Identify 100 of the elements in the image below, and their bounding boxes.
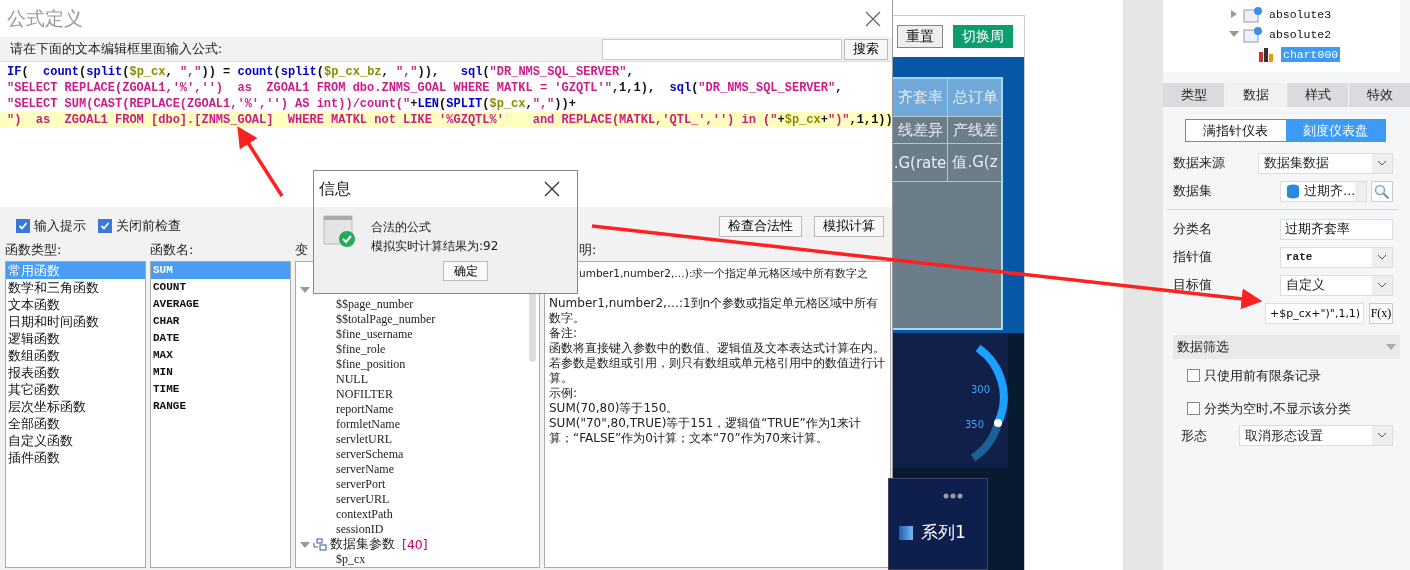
toolbar-button[interactable]: 重置 xyxy=(897,25,943,48)
close-icon[interactable] xyxy=(543,180,561,198)
tree-item[interactable]: reportName xyxy=(296,402,394,417)
tree-node[interactable]: absolute3 xyxy=(1267,6,1334,22)
description-text: SUM("70",80,TRUE)等于151，逻辑值“TRUE”作为1来计算；“FALSE”作为0计算；文本“70”作为70来计算。 xyxy=(549,416,863,446)
tree-item[interactable]: NULL xyxy=(296,372,368,387)
filter-checkbox[interactable]: 只使用前有限条记录 xyxy=(1163,359,1410,392)
search-button[interactable]: 搜索 xyxy=(844,38,888,60)
annotation-arrow xyxy=(237,126,284,197)
dataset-select[interactable]: 过期齐... xyxy=(1280,180,1367,202)
list-item[interactable]: DATE xyxy=(151,330,290,347)
checkbox-icon[interactable] xyxy=(98,219,112,233)
action-button[interactable]: 检查合法性 xyxy=(719,215,802,237)
list-item[interactable]: CHAR xyxy=(151,313,290,330)
panel-tab[interactable]: 数据 xyxy=(1225,83,1286,107)
gauge-type-toggle[interactable]: 满指针仪表 xyxy=(1186,120,1286,141)
valid-document-icon xyxy=(323,215,357,249)
expanded-triangle-icon[interactable] xyxy=(1386,343,1396,351)
collapsed-triangle-icon[interactable] xyxy=(1229,10,1239,18)
list-item[interactable]: TIME xyxy=(151,381,290,398)
select-field[interactable]: 取消形态设置 xyxy=(1239,425,1393,446)
search-field[interactable] xyxy=(602,38,842,60)
list-item[interactable]: 文本函数 xyxy=(6,296,145,313)
list-item[interactable]: 层次坐标函数 xyxy=(6,398,145,415)
info-message: 合法的公式 xyxy=(371,219,432,236)
caret-icon xyxy=(1372,426,1392,445)
list-item[interactable]: 逻辑函数 xyxy=(6,330,145,347)
field-label: 数据来源 xyxy=(1172,154,1226,172)
checkbox-icon[interactable] xyxy=(1187,402,1200,415)
expanded-triangle-icon[interactable] xyxy=(1229,30,1239,38)
expanded-triangle-icon[interactable] xyxy=(300,285,310,294)
tree-item[interactable]: serverSchema xyxy=(296,447,404,462)
formula-button[interactable]: F(x) xyxy=(1369,302,1393,324)
panel-tab[interactable]: 样式 xyxy=(1287,83,1348,107)
tree-item[interactable]: contextPath xyxy=(296,507,393,522)
list-item[interactable]: MAX xyxy=(151,347,290,364)
formula-field[interactable]: +$p_cx+")",1,1)) xyxy=(1265,302,1364,324)
filter-checkbox[interactable]: 分类为空时,不显示该分类 xyxy=(1163,392,1410,425)
list-item[interactable]: 数学和三角函数 xyxy=(6,279,145,296)
description-text: 备注: xyxy=(549,326,579,341)
tree-item[interactable]: servletURL xyxy=(296,432,392,447)
tree-item[interactable]: sessionID xyxy=(296,522,384,537)
panel-tab[interactable]: 类型 xyxy=(1163,83,1224,107)
list-item[interactable]: AVERAGE xyxy=(151,296,290,313)
input-field[interactable]: 过期齐套率 xyxy=(1280,218,1393,240)
list-item[interactable]: MIN xyxy=(151,364,290,381)
list-item[interactable]: 日期和时间函数 xyxy=(6,313,145,330)
tree-item[interactable]: $$page_number xyxy=(296,297,414,312)
code-line: "SELECT SUM(CAST(REPLACE(ZGOAL1,'%','') AS int))/count("+LEN(SPLIT($p_cx,","))+ xyxy=(6,96,577,112)
checkbox-icon[interactable] xyxy=(16,219,30,233)
select-field[interactable]: rate xyxy=(1280,246,1393,268)
section-header[interactable]: 数据筛选 xyxy=(1173,335,1400,359)
select-field[interactable]: 数据集数据 xyxy=(1258,152,1393,174)
ok-button[interactable]: 确定 xyxy=(443,261,488,281)
list-item[interactable]: 全部函数 xyxy=(6,415,145,432)
code-line: "SELECT REPLACE(ZGOAL1,'%','') as ZGOAL1 FROM dbo.ZNMS_GOAL WHERE MATKL = 'GZQTL'",1,1), sql("DR_NMS_SQL_SERVER", xyxy=(6,80,844,96)
list-item[interactable]: 报表函数 xyxy=(6,364,145,381)
close-icon[interactable] xyxy=(864,9,882,28)
tree-item[interactable]: $fine_username xyxy=(296,327,413,342)
gauge-drawing: 300 350 xyxy=(893,333,1008,468)
tree-item[interactable]: serverPort xyxy=(296,477,386,492)
panel-tab[interactable]: 特效 xyxy=(1349,83,1410,107)
table-cell: 总订单 xyxy=(948,79,1001,117)
list-item[interactable]: 自定义函数 xyxy=(6,432,145,449)
tree-node[interactable]: absolute2 xyxy=(1267,26,1334,42)
tree-item[interactable]: $p_cx xyxy=(296,552,366,567)
table-cell: 值.G(z xyxy=(948,144,1001,182)
search-button[interactable] xyxy=(1371,180,1393,202)
formula-editor[interactable] xyxy=(0,61,892,207)
option-checkbox[interactable]: 关闭前检查 xyxy=(98,217,181,235)
tree-item[interactable]: serverURL xyxy=(296,492,390,507)
more-icon[interactable] xyxy=(943,493,963,499)
list-item[interactable]: 其它函数 xyxy=(6,381,145,398)
caret-icon xyxy=(1372,153,1392,173)
table-cell: .G(rate xyxy=(893,144,948,182)
column-header: 函数名: xyxy=(150,241,194,259)
code-line: IF( count(split($p_cx, ",")) = count(split($p_cx_bz, ",")), sql("DR_NMS_SQL_SERVER", xyxy=(6,64,635,80)
tree-item[interactable]: $fine_role xyxy=(296,342,386,357)
checkbox-icon[interactable] xyxy=(1187,369,1200,382)
option-checkbox[interactable]: 输入提示 xyxy=(16,217,86,235)
caret-icon xyxy=(1355,181,1366,201)
prompt-label: 请在下面的文本编辑框里面输入公式: xyxy=(10,40,224,58)
tree-item[interactable]: NOFILTER xyxy=(296,387,393,402)
container-icon xyxy=(1243,25,1263,43)
expanded-triangle-icon[interactable] xyxy=(300,540,310,549)
tree-item[interactable]: $fine_position xyxy=(296,357,406,372)
list-item[interactable]: 数组函数 xyxy=(6,347,145,364)
list-item[interactable]: RANGE xyxy=(151,398,290,415)
tree-item[interactable]: serverName xyxy=(296,462,394,477)
action-button[interactable]: 模拟计算 xyxy=(814,215,884,237)
list-item[interactable]: 插件函数 xyxy=(6,449,145,466)
select-field[interactable]: 自定义 xyxy=(1280,274,1393,296)
description-text: 示例: xyxy=(549,386,579,401)
tree-item[interactable]: formletName xyxy=(296,417,400,432)
table-cell: 齐套率 xyxy=(893,79,948,117)
tree-item[interactable]: $$totalPage_number xyxy=(296,312,436,327)
tree-group-label[interactable]: 数据集参数 xyxy=(330,536,395,553)
description-text: 函数将直接键入参数中的数值、逻辑值及文本表达式计算在内。若参数是数组或引用，则只有数组或单元格引用中的数值进行计算。 xyxy=(549,341,886,386)
list-item[interactable]: COUNT xyxy=(151,279,290,296)
field-label: 目标值 xyxy=(1172,276,1213,294)
